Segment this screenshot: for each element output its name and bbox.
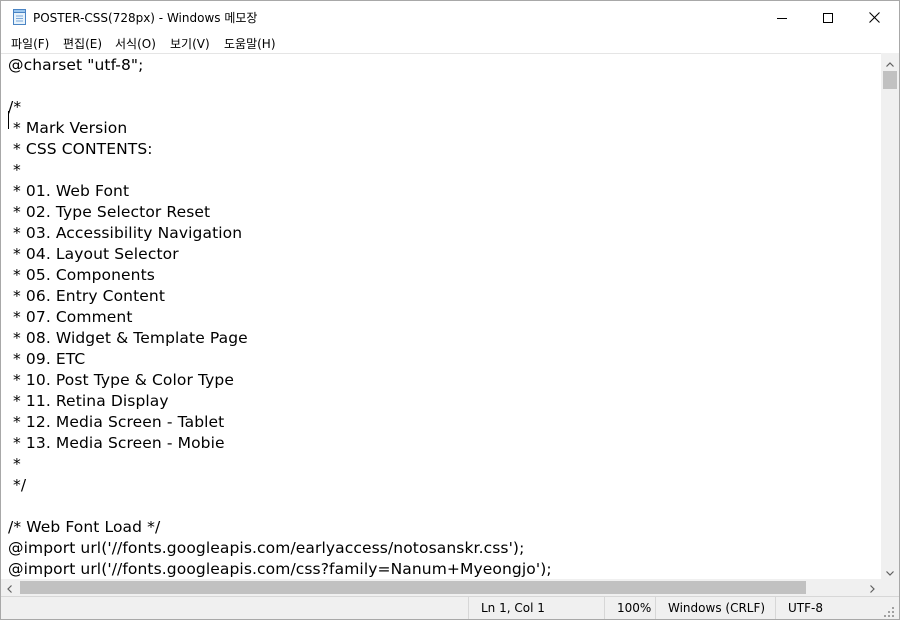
code-line: * 13. Media Screen - Mobie <box>8 434 225 452</box>
code-line: @import url('//fonts.googleapis.com/earl… <box>8 539 525 557</box>
code-line: * 01. Web Font <box>8 182 130 200</box>
window-title: POSTER-CSS(728px) - Windows 메모장 <box>33 11 258 25</box>
menu-file[interactable]: 파일(F) <box>11 35 49 52</box>
vertical-scrollbar[interactable] <box>881 53 899 579</box>
code-line: * <box>8 161 21 179</box>
scroll-up-button[interactable] <box>881 53 899 70</box>
code-line: */ <box>8 476 27 494</box>
code-line: * 08. Widget & Template Page <box>8 329 248 347</box>
scroll-down-button[interactable] <box>881 562 899 579</box>
close-icon <box>868 8 880 27</box>
code-line: * 12. Media Screen - Tablet <box>8 413 225 431</box>
maximize-button[interactable] <box>805 1 851 33</box>
code-line: * 05. Components <box>8 266 155 284</box>
horizontal-scroll-thumb[interactable] <box>20 581 806 594</box>
code-line: * 10. Post Type & Color Type <box>8 371 234 389</box>
status-bar: Ln 1, Col 1 100% Windows (CRLF) UTF-8 <box>1 596 899 619</box>
title-bar[interactable]: POSTER-CSS(728px) - Windows 메모장 <box>1 1 899 33</box>
chevron-left-icon <box>7 578 12 597</box>
chevron-up-icon <box>886 52 894 71</box>
maximize-icon <box>823 8 833 27</box>
code-line: /* Web Font Load */ <box>8 518 161 536</box>
notepad-window: POSTER-CSS(728px) - Windows 메모장 파일(F) 편집… <box>0 0 900 620</box>
chevron-right-icon <box>870 578 875 597</box>
code-line: @import url('//fonts.googleapis.com/css?… <box>8 560 552 578</box>
code-line: * Mark Version <box>8 119 128 137</box>
scrollbar-corner <box>881 579 899 596</box>
menu-format[interactable]: 서식(O) <box>115 35 156 52</box>
chevron-down-icon <box>886 561 894 580</box>
scroll-left-button[interactable] <box>1 579 18 596</box>
code-line: * <box>8 455 21 473</box>
code-line: * 03. Accessibility Navigation <box>8 224 243 242</box>
vertical-scroll-thumb[interactable] <box>883 71 897 89</box>
menu-help[interactable]: 도움말(H) <box>224 35 276 52</box>
code-line: * 11. Retina Display <box>8 392 169 410</box>
code-line: * 07. Comment <box>8 308 133 326</box>
cursor-position: Ln 1, Col 1 <box>468 597 604 619</box>
menu-view[interactable]: 보기(V) <box>170 35 210 52</box>
minimize-icon <box>777 8 787 27</box>
resize-grip-icon[interactable] <box>883 603 895 619</box>
scroll-right-button[interactable] <box>864 579 881 596</box>
notepad-icon <box>12 9 27 25</box>
code-line: @charset "utf-8"; <box>8 56 144 74</box>
line-ending: Windows (CRLF) <box>655 597 775 619</box>
menu-bar: 파일(F) 편집(E) 서식(O) 보기(V) 도움말(H) <box>1 33 899 53</box>
close-button[interactable] <box>851 1 897 33</box>
minimize-button[interactable] <box>759 1 805 33</box>
zoom-level: 100% <box>604 597 655 619</box>
text-editor[interactable]: @charset "utf-8"; /* * Mark Version * CSS… <box>1 53 881 580</box>
code-line: * 02. Type Selector Reset <box>8 203 211 221</box>
encoding: UTF-8 <box>775 597 899 619</box>
code-line: * 04. Layout Selector <box>8 245 179 263</box>
code-line: * 06. Entry Content <box>8 287 165 305</box>
code-line: /* <box>8 98 22 116</box>
horizontal-scrollbar[interactable] <box>1 579 881 596</box>
code-line: * CSS CONTENTS: <box>8 140 153 158</box>
menu-edit[interactable]: 편집(E) <box>63 35 102 52</box>
code-line: * 09. ETC <box>8 350 86 368</box>
